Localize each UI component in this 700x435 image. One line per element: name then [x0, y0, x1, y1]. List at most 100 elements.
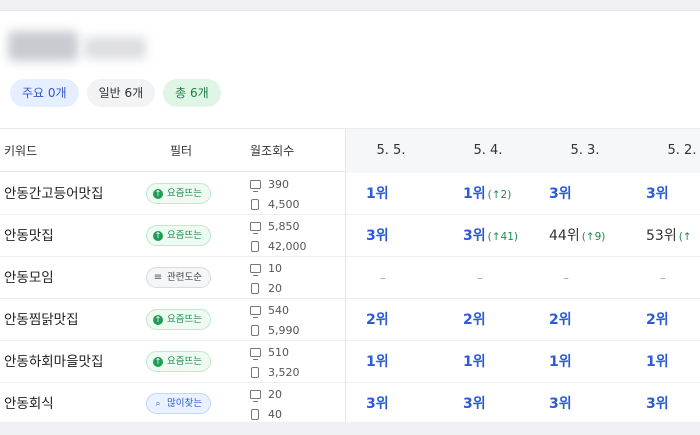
rank-cell[interactable]: –: [660, 257, 666, 299]
rank-value: 1위: [646, 354, 669, 370]
pc-views: 5,850: [268, 219, 300, 233]
rank-cell[interactable]: 1위: [646, 341, 669, 383]
table-row[interactable]: 안동모임 ≡ 관련도순 10 20– – – –: [0, 257, 700, 299]
pc-views: 390: [268, 177, 289, 191]
filter-badge[interactable]: ↑ 요즘뜨는: [146, 351, 211, 372]
rank-value: –: [477, 271, 483, 285]
monthly-views-cell: 5,850 42,000: [250, 216, 330, 256]
rank-value: 3위: [549, 186, 572, 202]
major-count-chip[interactable]: 주요 0개: [10, 79, 79, 107]
filter-badge-label: 요즘뜨는: [167, 230, 202, 241]
mobile-views: 3,520: [268, 365, 300, 379]
keyword-cell[interactable]: 안동맛집: [4, 215, 54, 257]
rank-value: 2위: [366, 312, 389, 328]
keyword-cell[interactable]: 안동모임: [4, 257, 54, 299]
pc-views: 510: [268, 345, 289, 359]
rank-cells: 3위 3위 (↑41) 44위 (↑9) 53위 (↑: [345, 215, 700, 257]
filter-badge[interactable]: ⌕ 많이찾는: [146, 393, 211, 414]
mobile-icon: [251, 408, 259, 420]
total-count-chip[interactable]: 총 6개: [163, 79, 221, 107]
filter-badge-label: 요즘뜨는: [167, 314, 202, 325]
blurred-title: [8, 31, 78, 61]
blurred-subtitle: [84, 37, 146, 59]
desktop-icon: [250, 305, 261, 318]
rank-value: 2위: [463, 312, 486, 328]
rank-cell[interactable]: 2위: [366, 299, 389, 341]
monthly-views-cell: 20 40: [250, 384, 330, 422]
table-row[interactable]: 안동하회마을맛집 ↑ 요즘뜨는 510 3,520 1위 1위 1위 1위: [0, 341, 700, 383]
rank-cell[interactable]: 3위: [646, 173, 669, 215]
rank-value: 2위: [549, 312, 572, 328]
rank-value: 3위: [549, 396, 572, 412]
rank-cell[interactable]: 1위: [463, 341, 486, 383]
search-icon: ⌕: [155, 398, 161, 409]
filter-badge[interactable]: ↑ 요즘뜨는: [146, 309, 211, 330]
rank-value: 3위: [366, 396, 389, 412]
rank-cell[interactable]: 1위 (↑2): [463, 173, 511, 216]
mobile-icon: [251, 282, 259, 294]
filter-badge[interactable]: ↑ 요즘뜨는: [146, 225, 211, 246]
rank-cell[interactable]: 3위: [549, 173, 572, 215]
rank-cell[interactable]: 3위 (↑41): [463, 215, 518, 258]
table-row[interactable]: 안동맛집 ↑ 요즘뜨는 5,850 42,000 3위 3위 (↑41) 44위 (↑9) 53위(…: [0, 215, 700, 257]
monthly-views-cell: 510 3,520: [250, 342, 330, 382]
mobile-views: 4,500: [268, 197, 300, 211]
rank-cell[interactable]: 44위 (↑9): [549, 215, 605, 258]
rank-cell[interactable]: 3위: [646, 383, 669, 422]
keyword-cell[interactable]: 안동찜닭맛집: [4, 299, 79, 341]
filter-badge-label: 많이찾는: [167, 398, 202, 409]
trending-icon: ↑: [153, 188, 163, 199]
keyword-column-header: 키워드: [4, 144, 38, 158]
rank-cell[interactable]: –: [477, 257, 483, 299]
mobile-views: 5,990: [268, 323, 300, 337]
filter-column-header: 필터: [170, 144, 193, 158]
table-row[interactable]: 안동찜닭맛집 ↑ 요즘뜨는 540 5,990 2위 2위 2위 2위: [0, 299, 700, 341]
rank-cell[interactable]: 53위 (↑: [646, 215, 692, 258]
filter-badge[interactable]: ≡ 관련도순: [146, 267, 211, 288]
filter-badge[interactable]: ↑ 요즘뜨는: [146, 183, 211, 204]
monthly-views-cell: 540 5,990: [250, 300, 330, 340]
rank-cell[interactable]: 3위: [366, 215, 389, 257]
rank-cell[interactable]: 1위: [366, 173, 389, 215]
rank-value: 3위: [366, 228, 389, 244]
mobile-views: 40: [268, 407, 282, 421]
trending-icon: ↑: [153, 356, 163, 367]
filter-badge-label: 관련도순: [167, 272, 202, 283]
table-row[interactable]: 안동회식 ⌕ 많이찾는 20 40 3위 3위 3위 3위: [0, 383, 700, 422]
mobile-views: 20: [268, 281, 282, 295]
table-header: 키워드 필터 월조회수 5. 5. 5. 4. 5. 3. 5. 2.: [0, 128, 700, 173]
rank-change: (↑41): [487, 231, 518, 243]
mobile-icon: [251, 366, 259, 378]
rank-cell[interactable]: 2위: [463, 299, 486, 341]
mobile-icon: [251, 198, 259, 210]
desktop-icon: [250, 389, 261, 402]
rank-value: 3위: [463, 396, 486, 412]
keyword-cell[interactable]: 안동하회마을맛집: [4, 341, 103, 383]
desktop-icon: [250, 179, 261, 192]
desktop-icon: [250, 263, 261, 276]
date-column-header: 5. 5.: [376, 143, 406, 158]
rank-cells: – – – –: [345, 257, 700, 299]
rank-cell[interactable]: 1위: [549, 341, 572, 383]
rank-cell[interactable]: 1위: [366, 341, 389, 383]
date-column-header: 5. 2.: [667, 143, 697, 158]
rank-cell[interactable]: 3위: [463, 383, 486, 422]
rank-cell[interactable]: 3위: [366, 383, 389, 422]
rank-cell[interactable]: –: [380, 257, 386, 299]
keyword-cell[interactable]: 안동회식: [4, 383, 54, 422]
mobile-icon: [251, 240, 259, 252]
table-row[interactable]: 안동간고등어맛집 ↑ 요즘뜨는 390 4,500 1위 1위 (↑2) 3위 3위: [0, 173, 700, 215]
filter-badge-label: 요즘뜨는: [167, 188, 202, 199]
pc-views: 540: [268, 303, 289, 317]
rank-cell[interactable]: –: [563, 257, 569, 299]
keyword-cell[interactable]: 안동간고등어맛집: [4, 173, 103, 215]
mobile-views: 42,000: [268, 239, 307, 253]
rank-cell[interactable]: 2위: [646, 299, 669, 341]
normal-count-chip[interactable]: 일반 6개: [86, 79, 156, 107]
rank-cell[interactable]: 3위: [549, 383, 572, 422]
mobile-icon: [251, 324, 259, 336]
rank-cell[interactable]: 2위: [549, 299, 572, 341]
trending-icon: ↑: [153, 230, 163, 241]
rank-value: 1위: [549, 354, 572, 370]
rank-change: (↑9): [581, 231, 606, 243]
